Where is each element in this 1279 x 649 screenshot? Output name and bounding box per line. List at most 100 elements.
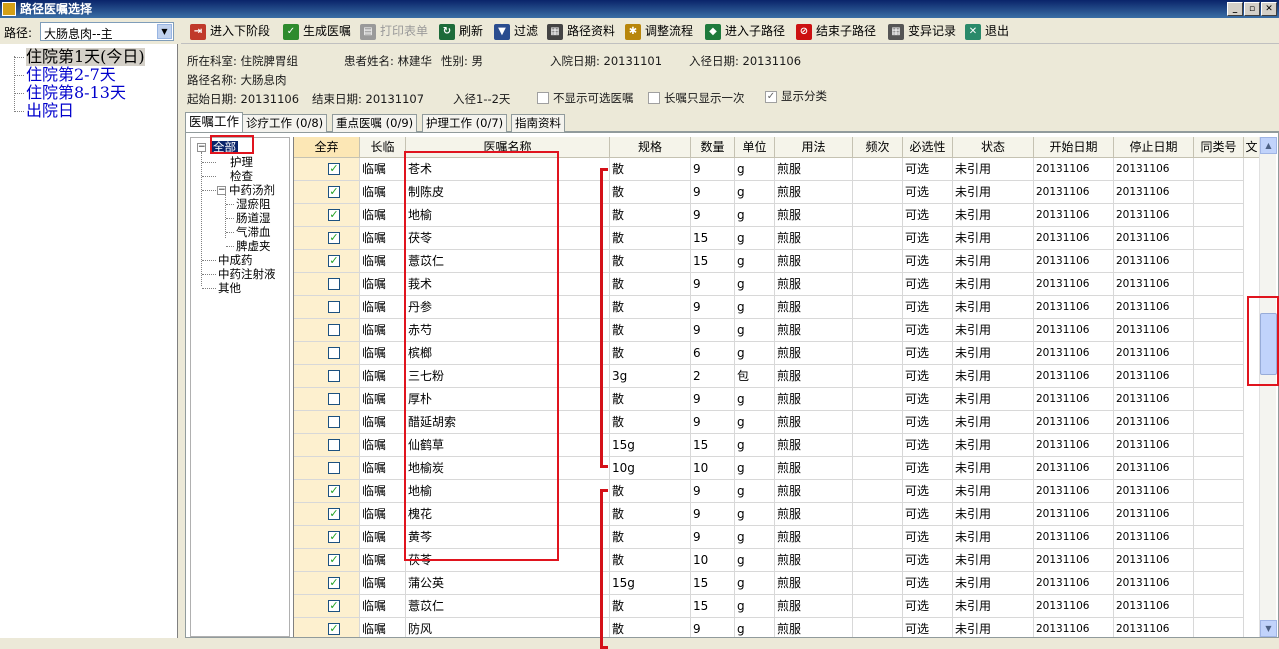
print-form-button[interactable]: ▤ 打印表单 [360,22,428,42]
enter-subpath-button[interactable]: ◆ 进入子路径 [705,22,785,42]
collapse-root-icon[interactable]: − [197,143,206,152]
row-checkbox[interactable] [328,462,340,474]
tree-node[interactable]: 中成药 [218,254,253,267]
row-checkbox[interactable]: ✓ [328,577,340,589]
generate-order-button[interactable]: ✓ 生成医嘱 [283,22,351,42]
check-cell[interactable] [294,388,360,411]
row-checkbox[interactable]: ✓ [328,255,340,267]
variation-record-button[interactable]: ▦ 变异记录 [888,22,956,42]
next-stage-button[interactable]: ⇥ 进入下阶段 [190,22,270,42]
maximize-button[interactable]: ▫ [1244,2,1260,16]
tab-key-orders[interactable]: 重点医嘱 (0/9) [332,114,418,132]
row-checkbox[interactable] [328,416,340,428]
row-checkbox[interactable] [328,347,340,359]
row-checkbox[interactable]: ✓ [328,554,340,566]
tree-node[interactable]: 中药汤剂 [229,184,275,197]
tab-diagnosis[interactable]: 诊疗工作 (0/8) [242,114,328,132]
path-data-button[interactable]: ▦ 路径资料 [547,22,615,42]
adjust-flow-button[interactable]: ✱ 调整流程 [625,22,693,42]
check-cell[interactable]: ✓ [294,181,360,204]
tree-node[interactable]: 湿瘀阻 [236,198,271,211]
cell-usage: 煎服 [775,434,853,457]
stage-item[interactable]: 出院日 [26,102,74,120]
check-cell[interactable]: ✓ [294,158,360,181]
cell-status: 未引用 [953,273,1034,296]
check-cell[interactable] [294,296,360,319]
row-checkbox[interactable] [328,370,340,382]
check-cell[interactable] [294,273,360,296]
check-cell[interactable]: ✓ [294,526,360,549]
filter-button[interactable]: ▼ 过滤 [494,22,538,42]
check-cell[interactable]: ✓ [294,204,360,227]
row-checkbox[interactable]: ✓ [328,485,340,497]
cell-spec: 散 [610,204,691,227]
tree-node[interactable]: 气滞血 [236,226,271,239]
row-checkbox[interactable]: ✓ [328,531,340,543]
check-cell[interactable] [294,434,360,457]
check-cell[interactable]: ✓ [294,480,360,503]
collapse-icon[interactable]: − [217,186,226,195]
vertical-scrollbar[interactable]: ▲ ▼ [1259,137,1277,637]
cell-status: 未引用 [953,618,1034,637]
tree-node[interactable]: 检查 [230,170,253,183]
exit-button[interactable]: ✕ 退出 [965,22,1009,42]
cell-unit: g [735,595,775,618]
check-cell[interactable]: ✓ [294,250,360,273]
cell-req: 可选 [903,181,953,204]
row-checkbox[interactable]: ✓ [328,508,340,520]
tree-node[interactable]: 肠道湿 [236,212,271,225]
check-cell[interactable]: ✓ [294,549,360,572]
check-cell[interactable]: ✓ [294,227,360,250]
tree-node[interactable]: 其他 [218,282,241,295]
cell-start: 20131106 [1034,250,1114,273]
stage-item[interactable]: 住院第8-13天 [26,84,126,102]
stage-item[interactable]: 住院第1天(今日) [26,48,145,66]
tree-node[interactable]: 脾虚夹 [236,240,271,253]
table-row[interactable]: ✓ 临嘱 薏苡仁散 15 g 煎服 可选 未引用 20131106 20131106 [294,595,1259,618]
show-category-checkbox[interactable]: ✓ [765,91,777,103]
row-checkbox[interactable]: ✓ [328,209,340,221]
check-cell[interactable] [294,365,360,388]
check-cell[interactable]: ✓ [294,618,360,637]
close-button[interactable]: ✕ [1261,2,1277,16]
row-checkbox[interactable]: ✓ [328,186,340,198]
row-checkbox[interactable] [328,324,340,336]
row-checkbox[interactable]: ✓ [328,163,340,175]
row-checkbox[interactable]: ✓ [328,600,340,612]
refresh-button[interactable]: ↻ 刷新 [439,22,483,42]
row-checkbox[interactable]: ✓ [328,623,340,635]
tree-node[interactable]: 护理 [230,156,253,169]
cell-stop: 20131106 [1114,434,1194,457]
row-checkbox[interactable] [328,278,340,290]
row-checkbox[interactable] [328,393,340,405]
table-row[interactable]: ✓ 临嘱 防风散 9 g 煎服 可选 未引用 20131106 20131106 [294,618,1259,637]
check-cell[interactable]: ✓ [294,572,360,595]
check-cell[interactable] [294,342,360,365]
path-select[interactable]: 大肠息肉--主 ▼ [40,22,174,41]
stage-item[interactable]: 住院第2-7天 [26,66,116,84]
app-icon [2,2,16,16]
scroll-down-icon[interactable]: ▼ [1260,620,1277,637]
long-order-once-checkbox[interactable] [648,92,660,104]
minimize-button[interactable]: _ [1227,2,1243,16]
check-cell[interactable] [294,411,360,434]
row-checkbox[interactable]: ✓ [328,232,340,244]
check-cell[interactable]: ✓ [294,595,360,618]
row-checkbox[interactable] [328,301,340,313]
column-header: 用法 [775,137,853,158]
tab-orders[interactable]: 医嘱工作 [185,112,244,133]
tab-nursing[interactable]: 护理工作 (0/7) [422,114,508,132]
cell-qty: 15 [691,572,735,595]
check-cell[interactable] [294,319,360,342]
tab-guide[interactable]: 指南资料 [511,114,565,132]
column-header[interactable]: 全弃 [294,137,360,158]
hide-optional-checkbox[interactable] [537,92,549,104]
check-cell[interactable] [294,457,360,480]
check-cell[interactable]: ✓ [294,503,360,526]
chevron-down-icon[interactable]: ▼ [157,24,172,39]
table-row[interactable]: ✓ 临嘱 蒲公英 15g 15 g 煎服 可选 未引用 20131106 20131106 [294,572,1259,595]
row-checkbox[interactable] [328,439,340,451]
end-subpath-button[interactable]: ⊘ 结束子路径 [796,22,876,42]
tree-node[interactable]: 中药注射液 [218,268,276,281]
scroll-up-icon[interactable]: ▲ [1260,137,1277,154]
